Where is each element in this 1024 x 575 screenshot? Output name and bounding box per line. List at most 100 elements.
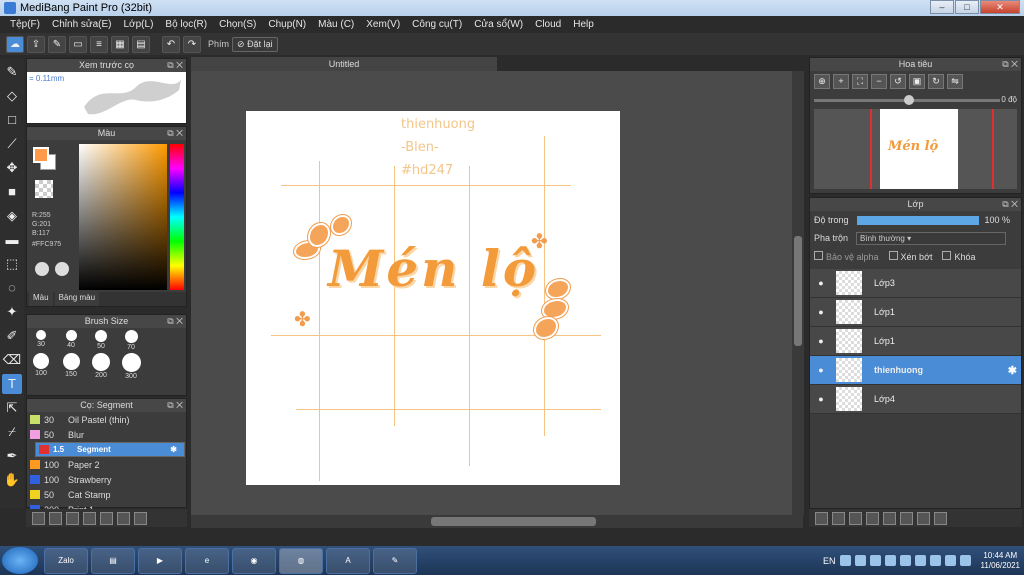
taskbar-app-chrome[interactable]: ◉ xyxy=(232,547,276,574)
dot-tool-icon[interactable]: ⟋ xyxy=(2,134,22,154)
menu-window[interactable]: Cửa sổ(W) xyxy=(468,19,529,30)
select-eraser-icon[interactable]: ⌫ xyxy=(2,350,22,370)
brush-tool-icon[interactable]: ✎ xyxy=(2,62,22,82)
transparent-swatch[interactable] xyxy=(35,180,53,198)
layer-row[interactable]: ● Lớp4 xyxy=(810,385,1021,414)
size-option[interactable]: 200 xyxy=(91,353,111,380)
scroll-thumb[interactable] xyxy=(431,517,596,526)
merge-layer-icon[interactable] xyxy=(917,511,930,525)
size-option[interactable]: 70 xyxy=(121,330,141,351)
lock-option[interactable]: Khóa xyxy=(942,250,976,262)
redo-icon[interactable]: ↷ xyxy=(183,35,201,53)
menu-edit[interactable]: Chỉnh sửa(E) xyxy=(46,19,118,30)
visibility-icon[interactable]: ● xyxy=(810,336,832,346)
language-indicator[interactable]: EN xyxy=(823,556,836,566)
blend-mode-select[interactable]: Bình thường ▾ xyxy=(856,231,1007,245)
zoom-out-icon[interactable]: − xyxy=(871,74,887,89)
protect-alpha-option[interactable]: Bảo vệ alpha xyxy=(814,250,879,262)
size-option[interactable]: 30 xyxy=(31,330,51,351)
brush-item[interactable]: 50 Blur xyxy=(27,427,186,442)
list-icon[interactable]: ≡ xyxy=(90,35,108,53)
eyedropper-icon[interactable]: ⌿ xyxy=(2,422,22,442)
panel-controls[interactable]: ⧉ ✕ xyxy=(1002,198,1018,211)
panel-controls[interactable]: ⧉ ✕ xyxy=(1002,58,1018,71)
menu-color[interactable]: Màu (C) xyxy=(312,19,360,30)
layer-row[interactable]: ● thienhuong ✱ xyxy=(810,356,1021,385)
tab-color[interactable]: Màu xyxy=(29,292,53,306)
hue-slider[interactable] xyxy=(170,144,184,290)
gear-icon[interactable]: ✱ xyxy=(1008,364,1017,377)
folder-icon[interactable] xyxy=(100,511,113,525)
foreground-color-swatch[interactable] xyxy=(33,147,49,163)
magic-wand-icon[interactable]: ✦ xyxy=(2,302,22,322)
canvas-area[interactable]: thienhuong -Blen- #hd247 ✤ ✤ Mén lộ xyxy=(191,71,803,515)
signal-icon[interactable] xyxy=(959,555,971,566)
brush-item[interactable]: 100 Paper 2 xyxy=(27,457,186,472)
layer-row[interactable]: ● Lớp1 xyxy=(810,298,1021,327)
taskbar-app-zalo[interactable]: Zalo xyxy=(44,547,88,574)
brush-item[interactable]: 30 Oil Pastel (thin) xyxy=(27,412,186,427)
share-icon[interactable]: ⇪ xyxy=(27,35,45,53)
panel-controls[interactable]: ⧉ ✕ xyxy=(167,399,183,412)
grid-icon[interactable]: ▦ xyxy=(111,35,129,53)
delete-layer-icon[interactable] xyxy=(934,511,947,525)
menu-layer[interactable]: Lớp(L) xyxy=(118,19,160,30)
tray-icon[interactable] xyxy=(839,555,851,566)
bucket-tool-icon[interactable]: ◈ xyxy=(2,206,22,226)
size-option[interactable]: 50 xyxy=(91,330,111,351)
panel-controls[interactable]: ⧉ ✕ xyxy=(167,127,183,140)
visibility-icon[interactable]: ● xyxy=(810,365,832,375)
select-tool-icon[interactable]: ⬚ xyxy=(2,254,22,274)
brush-copy-icon[interactable] xyxy=(83,511,96,525)
rectangle-tool-icon[interactable]: □ xyxy=(2,110,22,130)
size-option[interactable]: 150 xyxy=(61,353,81,380)
opacity-slider[interactable] xyxy=(856,215,979,225)
layer-folder-icon[interactable] xyxy=(883,511,896,525)
brush-item[interactable]: 100 Strawberry xyxy=(27,472,186,487)
panel-controls[interactable]: ⧉ ✕ xyxy=(167,315,183,328)
taskbar-app-acrobat[interactable]: A xyxy=(326,547,370,574)
taskbar-app-explorer[interactable]: ▤ xyxy=(91,547,135,574)
tray-icon[interactable] xyxy=(854,555,866,566)
color-wheel-icon[interactable] xyxy=(55,262,69,276)
tiles-icon[interactable]: ▤ xyxy=(132,35,150,53)
scroll-thumb[interactable] xyxy=(794,236,802,346)
duplicate-layer-icon[interactable] xyxy=(900,511,913,525)
bluetooth-icon[interactable] xyxy=(869,555,881,566)
new-brush-icon[interactable] xyxy=(49,511,62,525)
vertical-scrollbar[interactable] xyxy=(792,71,804,515)
menu-help[interactable]: Help xyxy=(567,19,600,30)
size-option[interactable]: 100 xyxy=(31,353,51,380)
taskbar-app-media[interactable]: ▶ xyxy=(138,547,182,574)
brush-menu-icon[interactable] xyxy=(66,511,79,525)
zoom-in-icon[interactable]: + xyxy=(833,74,849,89)
horizontal-scrollbar[interactable] xyxy=(191,515,803,528)
lasso-tool-icon[interactable]: ◌ xyxy=(2,278,22,298)
rotate-left-icon[interactable]: ↺ xyxy=(890,74,906,89)
menu-view[interactable]: Xem(V) xyxy=(360,19,406,30)
rotation-knob[interactable] xyxy=(904,95,914,105)
visibility-icon[interactable]: ● xyxy=(810,394,832,404)
document-tab[interactable]: Untitled xyxy=(191,57,497,71)
size-option[interactable]: 40 xyxy=(61,330,81,351)
cloud-icon[interactable]: ☁ xyxy=(6,35,24,53)
undo-icon[interactable]: ↶ xyxy=(162,35,180,53)
clipping-option[interactable]: Xén bớt xyxy=(888,250,932,262)
volume-icon[interactable] xyxy=(929,555,941,566)
page-icon[interactable]: ▭ xyxy=(69,35,87,53)
add-layer-menu-icon[interactable] xyxy=(866,511,879,525)
rotate-right-icon[interactable]: ↻ xyxy=(928,74,944,89)
add-brush-icon[interactable] xyxy=(32,511,45,525)
tray-icon[interactable] xyxy=(914,555,926,566)
layer-row[interactable]: ● Lớp1 xyxy=(810,327,1021,356)
fit-window-icon[interactable]: ⛶ xyxy=(852,74,868,89)
pen-tool-icon[interactable]: ✒ xyxy=(2,446,22,466)
operation-tool-icon[interactable]: ⇱ xyxy=(2,398,22,418)
visibility-icon[interactable]: ● xyxy=(810,278,832,288)
rotation-slider[interactable]: 0 độ xyxy=(814,95,1017,105)
menu-tools[interactable]: Công cụ(T) xyxy=(406,19,468,30)
new-8bit-layer-icon[interactable] xyxy=(849,511,862,525)
navigator-preview[interactable]: Mén lộ xyxy=(814,109,1017,189)
taskbar-app-medibang[interactable]: ◍ xyxy=(279,547,323,574)
taskbar-app-paint[interactable]: ✎ xyxy=(373,547,417,574)
